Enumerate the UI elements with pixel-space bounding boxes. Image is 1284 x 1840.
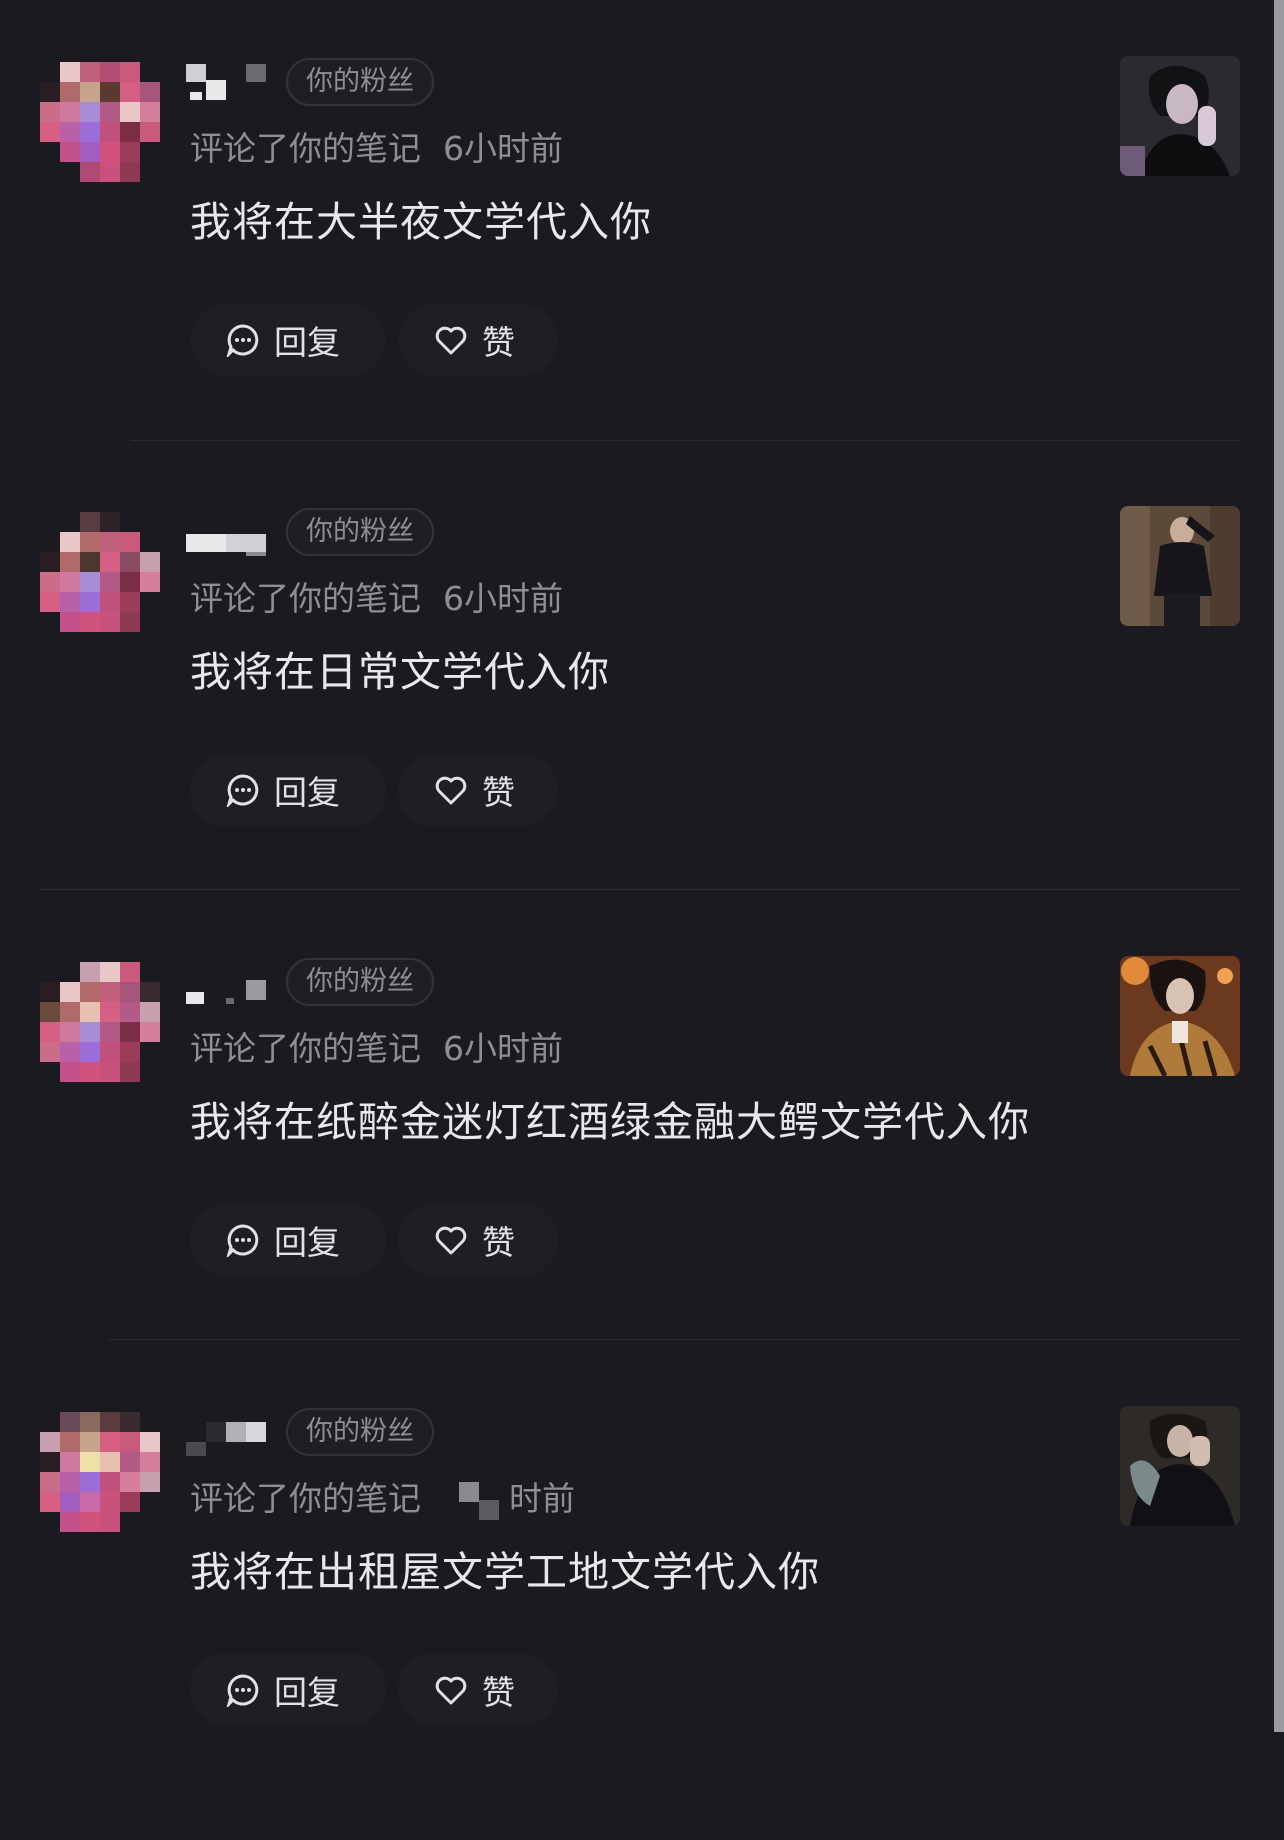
like-label: 赞 bbox=[482, 1673, 515, 1712]
notification-item[interactable]: 你的粉丝 评论了你的笔记 6小时前 我将在日常文学代入你 回复 赞 bbox=[0, 490, 1268, 940]
divider bbox=[40, 889, 1240, 890]
action-text: 评论了你的笔记 bbox=[190, 579, 421, 618]
comment-bubble-icon bbox=[225, 323, 260, 360]
note-thumbnail[interactable] bbox=[1120, 506, 1240, 626]
comment-bubble-icon bbox=[225, 1223, 260, 1260]
reply-label: 回复 bbox=[274, 773, 340, 812]
timestamp: 6小时前 bbox=[443, 129, 563, 168]
heart-outline-icon bbox=[434, 323, 468, 357]
heart-outline-icon bbox=[434, 773, 468, 807]
timestamp-redacted bbox=[459, 1481, 501, 1520]
heart-outline-icon bbox=[434, 1223, 468, 1257]
note-thumbnail[interactable] bbox=[1120, 956, 1240, 1076]
comment-bubble-icon bbox=[225, 773, 260, 810]
reply-label: 回复 bbox=[274, 1223, 340, 1262]
comment-content[interactable]: 我将在纸醉金迷灯红酒绿金融大鳄文学代入你 bbox=[190, 1088, 1030, 1148]
username-redacted[interactable] bbox=[186, 512, 270, 556]
username-redacted[interactable] bbox=[186, 62, 270, 106]
comment-bubble-icon bbox=[225, 1673, 260, 1710]
like-button[interactable]: 赞 bbox=[398, 1654, 558, 1726]
action-text: 评论了你的笔记 bbox=[190, 129, 421, 168]
divider bbox=[108, 1339, 1240, 1340]
reply-button[interactable]: 回复 bbox=[190, 754, 386, 826]
scrollbar[interactable] bbox=[1274, 0, 1284, 1732]
comment-content[interactable]: 我将在出租屋文学工地文学代入你 bbox=[190, 1538, 820, 1598]
like-label: 赞 bbox=[482, 1223, 515, 1262]
fan-badge: 你的粉丝 bbox=[286, 1408, 434, 1456]
reply-label: 回复 bbox=[274, 1673, 340, 1712]
fan-badge: 你的粉丝 bbox=[286, 508, 434, 556]
action-text: 评论了你的笔记 bbox=[190, 1029, 421, 1068]
avatar[interactable] bbox=[40, 512, 164, 636]
timestamp: 时前 bbox=[509, 1479, 575, 1518]
comment-meta: 评论了你的笔记 时前 bbox=[190, 1472, 575, 1520]
like-button[interactable]: 赞 bbox=[398, 304, 558, 376]
fan-badge: 你的粉丝 bbox=[286, 958, 434, 1006]
divider bbox=[130, 440, 1240, 441]
notification-item[interactable]: 你的粉丝 评论了你的笔记 6小时前 我将在大半夜文学代入你 回复 赞 bbox=[0, 40, 1268, 490]
comment-content[interactable]: 我将在日常文学代入你 bbox=[190, 638, 610, 698]
note-thumbnail[interactable] bbox=[1120, 1406, 1240, 1526]
fan-badge: 你的粉丝 bbox=[286, 58, 434, 106]
username-redacted[interactable] bbox=[186, 1412, 270, 1456]
reply-label: 回复 bbox=[274, 323, 340, 362]
username-redacted[interactable] bbox=[186, 962, 270, 1006]
comment-meta: 评论了你的笔记 6小时前 bbox=[190, 122, 563, 170]
notification-item[interactable]: 你的粉丝 评论了你的笔记 时前 我将在出租屋文学工地文学代入你 回复 赞 bbox=[0, 1390, 1268, 1840]
avatar[interactable] bbox=[40, 962, 164, 1086]
avatar[interactable] bbox=[40, 62, 164, 186]
comment-meta: 评论了你的笔记 6小时前 bbox=[190, 572, 563, 620]
note-thumbnail[interactable] bbox=[1120, 56, 1240, 176]
like-label: 赞 bbox=[482, 323, 515, 362]
action-text: 评论了你的笔记 bbox=[190, 1479, 421, 1518]
like-button[interactable]: 赞 bbox=[398, 754, 558, 826]
like-button[interactable]: 赞 bbox=[398, 1204, 558, 1276]
comment-meta: 评论了你的笔记 6小时前 bbox=[190, 1022, 563, 1070]
reply-button[interactable]: 回复 bbox=[190, 1204, 386, 1276]
timestamp: 6小时前 bbox=[443, 579, 563, 618]
heart-outline-icon bbox=[434, 1673, 468, 1707]
comment-content[interactable]: 我将在大半夜文学代入你 bbox=[190, 188, 652, 248]
timestamp: 6小时前 bbox=[443, 1029, 563, 1068]
avatar[interactable] bbox=[40, 1412, 164, 1536]
reply-button[interactable]: 回复 bbox=[190, 304, 386, 376]
notification-item[interactable]: 你的粉丝 评论了你的笔记 6小时前 我将在纸醉金迷灯红酒绿金融大鳄文学代入你 回复 bbox=[0, 940, 1268, 1390]
like-label: 赞 bbox=[482, 773, 515, 812]
reply-button[interactable]: 回复 bbox=[190, 1654, 386, 1726]
